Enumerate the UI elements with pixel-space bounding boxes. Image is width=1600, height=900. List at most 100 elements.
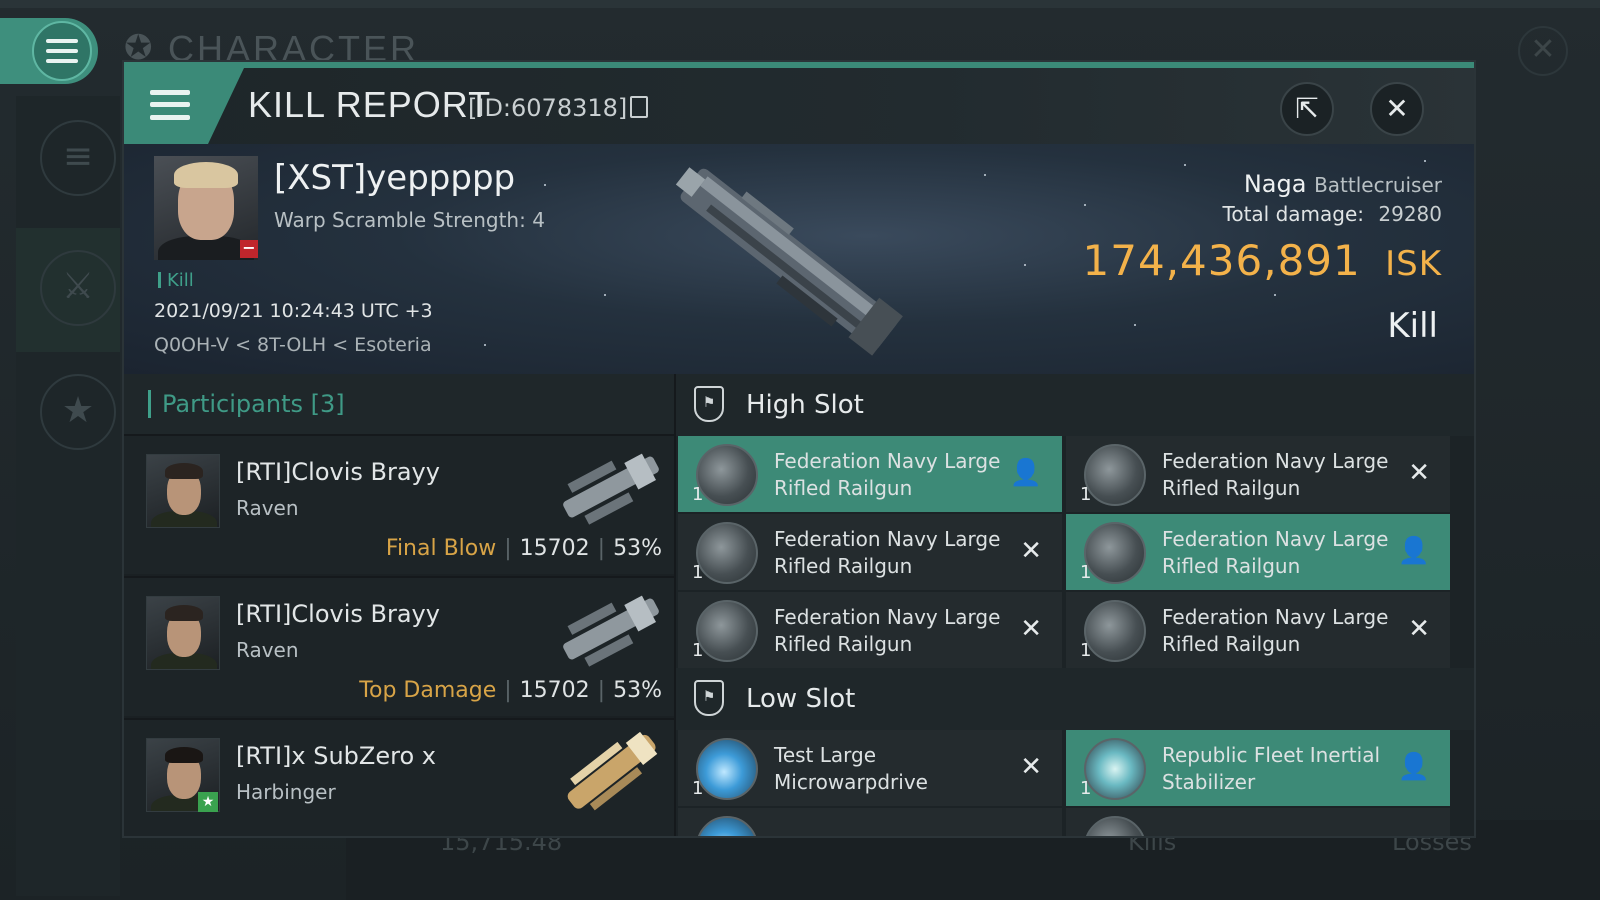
kill-location[interactable]: Q0OH-V < 8T-OLH < Esoteria bbox=[154, 334, 432, 356]
railgun-icon bbox=[1084, 522, 1146, 584]
module-item[interactable]: 1 Federation Navy Large Rifled Railgun ✕ bbox=[1066, 592, 1450, 668]
module-name: Federation Navy Large Rifled Railgun bbox=[774, 527, 1001, 578]
victim-panel: − [XST]yeppppp Warp Scramble Strength: 4… bbox=[124, 144, 1474, 374]
railgun-icon bbox=[1084, 444, 1146, 506]
person-icon: 👤 bbox=[1397, 752, 1430, 782]
background-close-button[interactable]: ✕ bbox=[1518, 26, 1568, 76]
external-link-icon: ⇱ bbox=[1295, 92, 1319, 125]
module-item[interactable]: 1 Federation Navy Large Rifled Railgun ✕ bbox=[678, 514, 1062, 590]
copy-icon[interactable] bbox=[630, 96, 648, 118]
module-name: Federation Navy Large Rifled Railgun bbox=[774, 449, 1001, 500]
high-slot-label: High Slot bbox=[746, 390, 864, 420]
module-item[interactable]: 1 Federation Navy Large Rifled Railgun 👤 bbox=[678, 436, 1062, 512]
inertial-stabilizer-icon bbox=[1084, 738, 1146, 800]
participant-ship: Raven bbox=[236, 638, 299, 662]
participant-ship: Harbinger bbox=[236, 780, 336, 804]
report-type: Kill bbox=[1387, 306, 1438, 346]
module-qty: 1 bbox=[692, 562, 704, 583]
victim-name[interactable]: [XST]yeppppp bbox=[274, 158, 515, 198]
hamburger-icon bbox=[46, 39, 78, 63]
participant-row[interactable]: [RTI]Clovis Brayy Raven Top Damage | 15702… bbox=[124, 576, 674, 716]
participants-panel: Participants [3] [RTI]Clovis Brayy Raven… bbox=[124, 374, 674, 836]
sidebar-star-icon[interactable]: ★ bbox=[40, 374, 116, 450]
x-icon: ✕ bbox=[1408, 458, 1430, 488]
top-bar bbox=[0, 0, 1600, 8]
participant-row[interactable]: ★ [RTI]x SubZero x Harbinger bbox=[124, 718, 674, 836]
report-id: [ID:6078318] bbox=[468, 94, 628, 122]
background-sidebar bbox=[16, 96, 120, 896]
isk-value: 174,436,891 ISK bbox=[1082, 236, 1442, 285]
kill-report-modal: KILL REPORT [ID:6078318] ⇱ ✕ − [XST]yepp… bbox=[122, 60, 1476, 838]
module-name: Republic Fleet Inertial Stabilizer bbox=[1162, 743, 1381, 794]
participant-ship-image bbox=[563, 595, 659, 667]
share-button[interactable]: ⇱ bbox=[1280, 82, 1334, 136]
total-damage: Total damage: 29280 bbox=[1222, 202, 1442, 226]
participant-ship-image bbox=[563, 453, 659, 525]
module-name: Test Large Microwarpdrive bbox=[774, 743, 928, 794]
x-icon: ✕ bbox=[1020, 536, 1042, 566]
module-item-partial[interactable] bbox=[1066, 808, 1450, 836]
module-item-partial[interactable] bbox=[678, 808, 1062, 836]
kill-datetime: 2021/09/21 10:24:43 UTC +3 bbox=[154, 300, 433, 322]
modal-header: KILL REPORT [ID:6078318] ⇱ ✕ bbox=[124, 68, 1474, 144]
module-icon bbox=[696, 816, 758, 836]
damage-value: 15702 bbox=[519, 536, 590, 561]
participant-ship-image bbox=[567, 731, 658, 811]
railgun-icon bbox=[1084, 600, 1146, 662]
page-title: KILL REPORT bbox=[248, 84, 492, 125]
participants-count: [3] bbox=[310, 390, 345, 418]
avatar bbox=[146, 596, 220, 670]
module-name: Federation Navy Large Rifled Railgun bbox=[1162, 527, 1389, 578]
main-menu-button[interactable] bbox=[0, 18, 98, 84]
module-qty: 1 bbox=[1080, 640, 1092, 661]
participant-stats: Top Damage | 15702 | 53% bbox=[359, 678, 662, 703]
report-type-small: Kill bbox=[158, 270, 194, 291]
module-name: Federation Navy Large Rifled Railgun bbox=[1162, 449, 1389, 500]
module-qty: 1 bbox=[692, 778, 704, 799]
participants-header: Participants [3] bbox=[124, 374, 674, 434]
damage-percent: 53% bbox=[613, 678, 662, 703]
participant-ship: Raven bbox=[236, 496, 299, 520]
participant-stats: Final Blow | 15702 | 53% bbox=[385, 536, 662, 561]
victim-ship[interactable]: Naga Battlecruiser bbox=[1244, 170, 1442, 198]
low-slot-icon: ⚑ bbox=[694, 680, 724, 716]
victim-ship-image bbox=[675, 167, 903, 356]
module-item[interactable]: 1 Republic Fleet Inertial Stabilizer 👤 bbox=[1066, 730, 1450, 806]
participant-name: [RTI]x SubZero x bbox=[236, 742, 436, 770]
module-qty: 1 bbox=[1080, 778, 1092, 799]
x-icon: ✕ bbox=[1408, 614, 1430, 644]
high-slot-icon: ⚑ bbox=[694, 386, 724, 422]
standing-badge: − bbox=[240, 240, 258, 258]
avatar bbox=[146, 454, 220, 528]
person-icon: 👤 bbox=[1397, 536, 1430, 566]
star-icon: ★ bbox=[198, 792, 218, 812]
module-item[interactable]: 1 Federation Navy Large Rifled Railgun ✕ bbox=[678, 592, 1062, 668]
participant-row[interactable]: [RTI]Clovis Brayy Raven Final Blow | 15702… bbox=[124, 434, 674, 574]
low-slot-header: ⚑ Low Slot bbox=[676, 668, 1474, 730]
module-item[interactable]: 1 Federation Navy Large Rifled Railgun ✕ bbox=[1066, 436, 1450, 512]
module-qty: 1 bbox=[1080, 484, 1092, 505]
warp-scramble: Warp Scramble Strength: 4 bbox=[274, 208, 545, 232]
final-blow-tag: Final Blow bbox=[385, 536, 497, 561]
module-name: Federation Navy Large Rifled Railgun bbox=[774, 605, 1001, 656]
damage-percent: 53% bbox=[613, 536, 662, 561]
railgun-icon bbox=[696, 600, 758, 662]
microwarpdrive-icon bbox=[696, 738, 758, 800]
sidebar-combat-icon[interactable]: ⚔ bbox=[40, 250, 116, 326]
module-qty: 1 bbox=[692, 484, 704, 505]
hamburger-icon bbox=[150, 90, 190, 120]
x-icon: ✕ bbox=[1020, 614, 1042, 644]
module-qty: 1 bbox=[1080, 562, 1092, 583]
participant-name: [RTI]Clovis Brayy bbox=[236, 458, 440, 486]
low-slot-label: Low Slot bbox=[746, 684, 856, 714]
modal-menu-button[interactable] bbox=[124, 68, 244, 144]
sidebar-menu-icon[interactable]: ≡ bbox=[40, 120, 116, 196]
close-button[interactable]: ✕ bbox=[1370, 82, 1424, 136]
module-item[interactable]: 1 Test Large Microwarpdrive ✕ bbox=[678, 730, 1062, 806]
module-item[interactable]: 1 Federation Navy Large Rifled Railgun 👤 bbox=[1066, 514, 1450, 590]
fitting-panel: ⚑ High Slot 1 Federation Navy Large Rifl… bbox=[676, 374, 1474, 836]
module-qty: 1 bbox=[692, 640, 704, 661]
x-icon: ✕ bbox=[1020, 752, 1042, 782]
person-icon: 👤 bbox=[1009, 458, 1042, 488]
module-icon bbox=[1084, 816, 1146, 836]
